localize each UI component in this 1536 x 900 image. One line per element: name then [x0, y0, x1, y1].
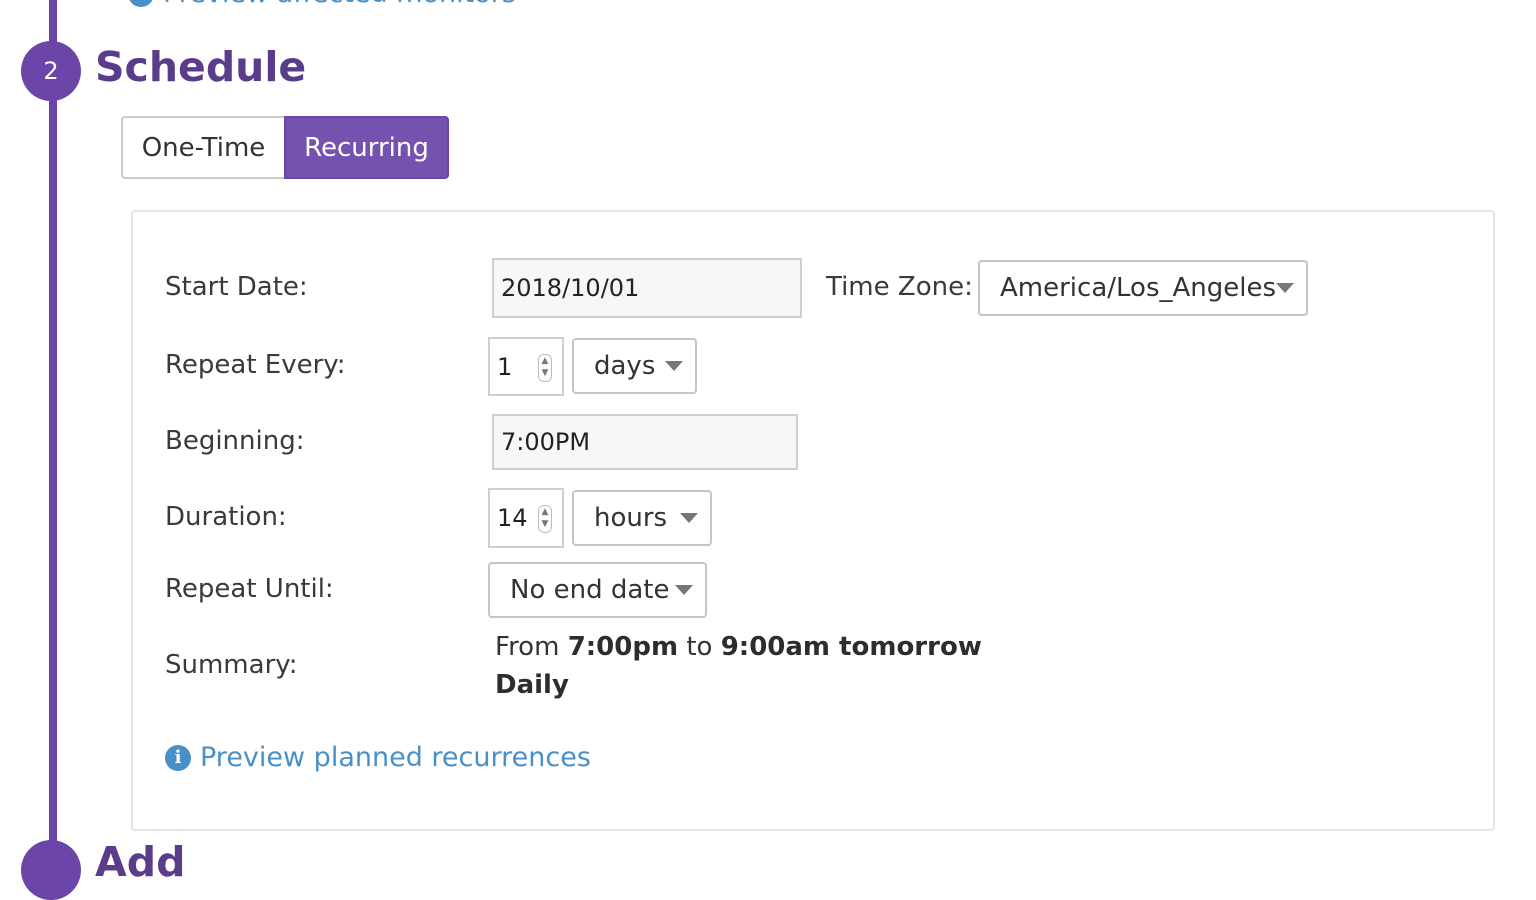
preview-planned-recurrences-link[interactable]: i Preview planned recurrences [165, 742, 591, 773]
duration-value: 14 [497, 504, 528, 532]
repeat-until-label: Repeat Until: [165, 574, 334, 604]
time-zone-value: America/Los_Angeles [1000, 273, 1277, 303]
duration-unit-value: hours [594, 503, 668, 533]
summary-end-time: 9:00am tomorrow [720, 632, 982, 662]
beginning-label: Beginning: [165, 426, 305, 456]
repeat-until-select[interactable]: No end date [488, 562, 707, 618]
preview-affected-monitors-link[interactable]: i Preview affected monitors [128, 0, 516, 9]
duration-number-input[interactable]: 14 ▲ ▼ [488, 488, 564, 548]
beginning-time-value: 7:00PM [501, 428, 591, 456]
summary-from: From [495, 632, 560, 662]
summary-label: Summary: [165, 650, 298, 680]
time-zone-label: Time Zone: [826, 272, 973, 302]
caret-down-icon [675, 585, 693, 595]
time-zone-select[interactable]: America/Los_Angeles [978, 260, 1308, 316]
step-number-badge: 2 [21, 41, 81, 101]
repeat-every-number-input[interactable]: 1 ▲ ▼ [488, 337, 564, 396]
section-title-next: Add [95, 838, 186, 886]
preview-planned-recurrences-label: Preview planned recurrences [200, 742, 591, 773]
summary-to: to [686, 632, 713, 662]
summary-text: From 7:00pm to 9:00am tomorrow Daily [495, 628, 982, 704]
summary-frequency: Daily [495, 670, 569, 700]
repeat-until-value: No end date [510, 575, 670, 605]
section-title-schedule: Schedule [95, 43, 307, 91]
info-icon: i [165, 744, 191, 771]
step-number-badge-next [21, 840, 81, 900]
preview-affected-monitors-label: Preview affected monitors [163, 0, 516, 9]
caret-down-icon [680, 513, 698, 523]
info-icon: i [128, 0, 154, 7]
number-spinner-icon[interactable]: ▲ ▼ [538, 505, 552, 533]
start-date-value: 2018/10/01 [501, 274, 640, 302]
repeat-every-value: 1 [497, 352, 513, 381]
recurring-button[interactable]: Recurring [284, 116, 449, 179]
schedule-type-toggle: One-Time Recurring [121, 116, 449, 179]
repeat-every-label: Repeat Every: [165, 350, 346, 380]
repeat-every-unit-value: days [594, 351, 656, 381]
start-date-input[interactable]: 2018/10/01 [492, 258, 802, 318]
number-spinner-icon[interactable]: ▲ ▼ [538, 353, 552, 382]
one-time-button[interactable]: One-Time [121, 116, 284, 179]
duration-unit-select[interactable]: hours [572, 490, 712, 546]
caret-down-icon [1276, 283, 1294, 293]
duration-label: Duration: [165, 502, 287, 532]
beginning-time-input[interactable]: 7:00PM [492, 414, 798, 470]
timeline-line [49, 0, 57, 860]
repeat-every-unit-select[interactable]: days [572, 338, 697, 394]
summary-start-time: 7:00pm [567, 632, 679, 662]
start-date-label: Start Date: [165, 272, 308, 302]
step-number: 2 [43, 57, 59, 85]
caret-down-icon [665, 361, 683, 371]
